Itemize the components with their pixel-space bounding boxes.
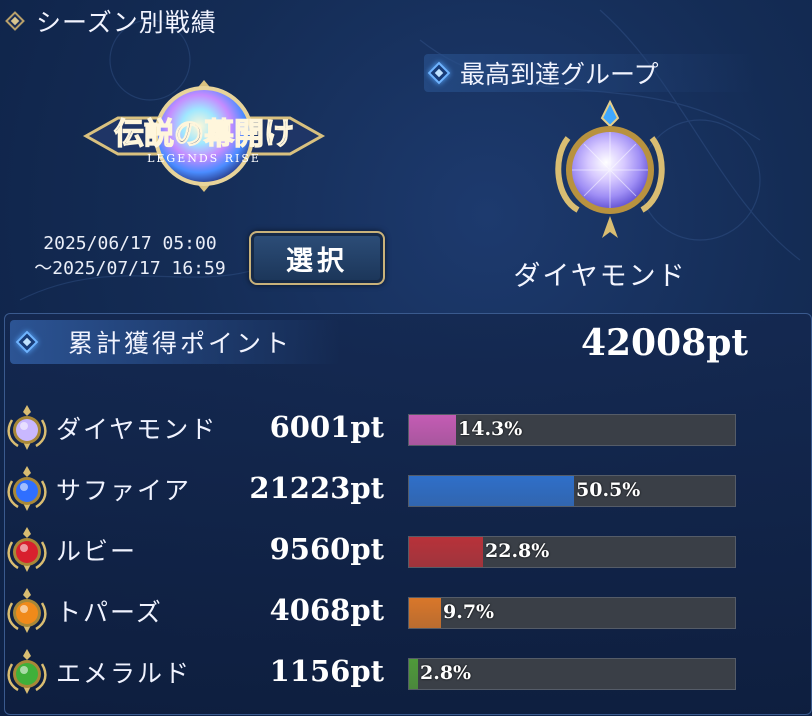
percent-bar-track: 2.8% <box>408 658 736 690</box>
gem-points: 21223pt <box>249 471 384 505</box>
gem-name: ダイヤモンド <box>56 415 218 444</box>
blue-diamond-bullet-icon <box>16 331 38 353</box>
season-logo-subtext: LEGENDS RISE <box>147 152 261 165</box>
percent-bar-fill <box>409 476 574 506</box>
highest-group-heading-text: 最高到達グループ <box>460 60 659 89</box>
total-points-label-bg: 累計獲得ポイント <box>10 320 340 364</box>
ruby-gem-icon <box>7 527 47 572</box>
percent-label: 9.7% <box>443 601 495 623</box>
gem-points-row: ルビー 9560pt 22.8% <box>0 524 812 580</box>
gem-points-row: ダイヤモンド 6001pt 14.3% <box>0 402 812 458</box>
percent-label: 14.3% <box>458 418 523 440</box>
diamond-rank-emblem-icon <box>555 99 665 238</box>
gem-name: エメラルド <box>56 659 192 688</box>
topaz-gem-icon <box>7 588 47 633</box>
total-points-label: 累計獲得ポイント <box>68 329 293 358</box>
percent-label: 50.5% <box>576 479 641 501</box>
percent-bar-track: 14.3% <box>408 414 736 446</box>
emerald-gem-icon <box>7 649 47 694</box>
gem-name: ルビー <box>56 537 138 566</box>
percent-bar-track: 9.7% <box>408 597 736 629</box>
season-logo-text: 伝説の幕開け <box>114 117 294 152</box>
season-date-range: 2025/06/17 05:00 〜2025/07/17 16:59 <box>20 231 240 281</box>
percent-bar-track: 50.5% <box>408 475 736 507</box>
gem-points: 1156pt <box>269 654 384 688</box>
gem-name: トパーズ <box>56 598 163 627</box>
blue-diamond-bullet-icon <box>428 62 450 84</box>
percent-bar-fill <box>409 659 418 689</box>
page-title: シーズン別戦績 <box>6 4 217 38</box>
season-start-date: 2025/06/17 05:00 <box>43 233 217 254</box>
percent-bar-fill <box>409 598 441 628</box>
diamond-bullet-icon <box>6 12 24 30</box>
percent-bar-track: 22.8% <box>408 536 736 568</box>
percent-label: 2.8% <box>420 662 472 684</box>
diamond-gem-icon <box>7 405 47 450</box>
gem-points: 4068pt <box>269 593 384 627</box>
gem-points-row: トパーズ 4068pt 9.7% <box>0 585 812 641</box>
percent-label: 22.8% <box>485 540 550 562</box>
highest-group-name: ダイヤモンド <box>513 261 687 292</box>
percent-bar-fill <box>409 415 456 445</box>
season-end-date: 〜2025/07/17 16:59 <box>34 258 226 279</box>
season-logo: 伝説の幕開け LEGENDS RISE <box>82 80 326 192</box>
highest-group-heading: 最高到達グループ <box>424 54 754 92</box>
percent-bar-fill <box>409 537 483 567</box>
gem-points-row: エメラルド 1156pt 2.8% <box>0 646 812 702</box>
gem-name: サファイア <box>56 476 192 505</box>
total-points-header: 累計獲得ポイント 42008pt <box>10 320 800 364</box>
select-season-button[interactable]: 選択 <box>249 231 385 285</box>
total-points-value: 42008pt <box>580 322 748 364</box>
page-title-text: シーズン別戦績 <box>36 8 217 37</box>
gem-points: 9560pt <box>269 532 384 566</box>
gem-points: 6001pt <box>269 410 384 444</box>
gem-points-row: サファイア 21223pt 50.5% <box>0 463 812 519</box>
sapphire-gem-icon <box>7 466 47 511</box>
